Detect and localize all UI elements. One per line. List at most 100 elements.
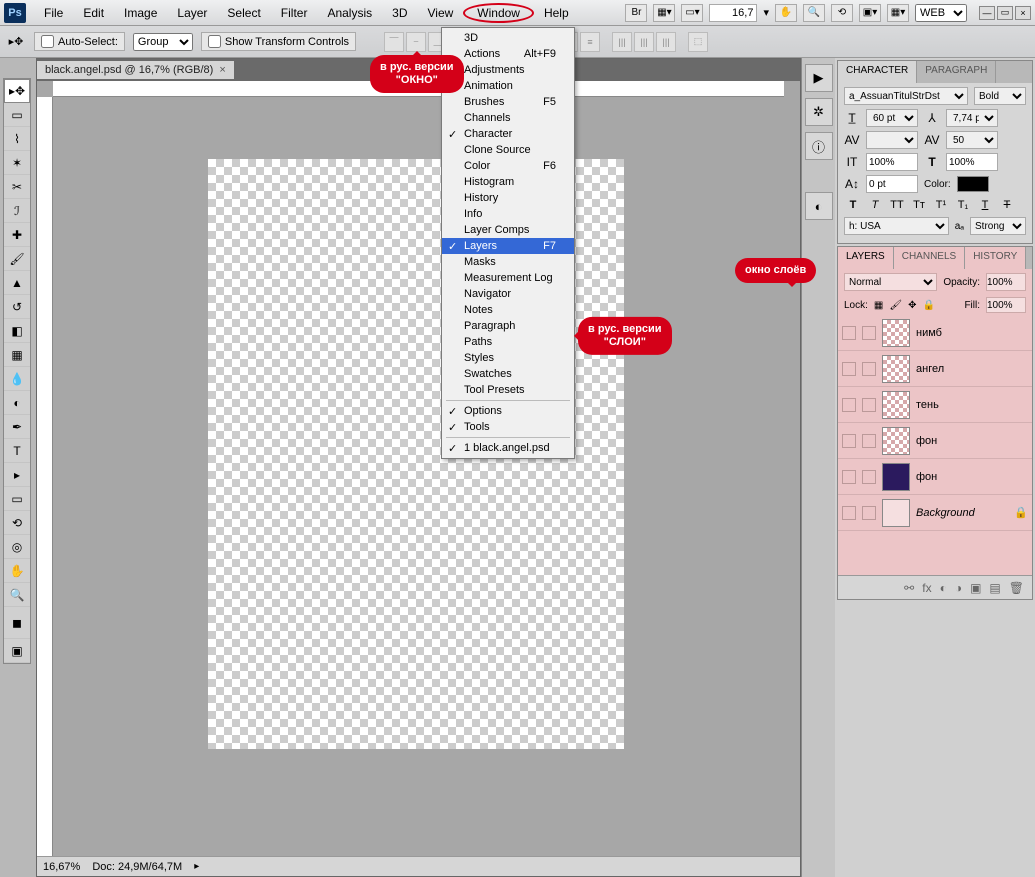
menu-edit[interactable]: Edit bbox=[73, 4, 114, 22]
layer-name[interactable]: тень bbox=[916, 399, 1028, 411]
gradient-tool[interactable]: ▦ bbox=[4, 343, 30, 367]
visibility-toggle[interactable] bbox=[842, 398, 856, 412]
language-select[interactable]: h: USA bbox=[844, 217, 949, 235]
document-tab[interactable]: black.angel.psd @ 16,7% (RGB/8) × bbox=[37, 61, 234, 79]
font-family-select[interactable]: a_AssuanTitulStrDst bbox=[844, 87, 968, 105]
zoom-tool-icon[interactable]: 🔍 bbox=[803, 4, 825, 22]
kerning-input[interactable] bbox=[866, 131, 918, 149]
tracking-input[interactable]: 50 bbox=[946, 131, 998, 149]
layer-style-icon[interactable]: fx bbox=[922, 581, 931, 595]
layer-name[interactable]: Background bbox=[916, 507, 1008, 519]
menu-item-navigator[interactable]: Navigator bbox=[442, 286, 574, 302]
shape-tool[interactable]: ▭ bbox=[4, 487, 30, 511]
link-box[interactable] bbox=[862, 434, 876, 448]
rotate-view-icon[interactable]: ⟲ bbox=[831, 4, 853, 22]
layer-name[interactable]: фон bbox=[916, 471, 1028, 483]
distribute-hcenter-icon[interactable]: ||| bbox=[634, 32, 654, 52]
status-zoom[interactable]: 16,67% bbox=[43, 861, 80, 873]
eyedropper-tool[interactable]: ℐ bbox=[4, 199, 30, 223]
auto-select-target[interactable]: Group bbox=[133, 33, 193, 51]
path-select-tool[interactable]: ▸ bbox=[4, 463, 30, 487]
text-color-swatch[interactable] bbox=[957, 176, 989, 192]
view-extras-icon[interactable]: ▣▾ bbox=[859, 4, 881, 22]
menu-image[interactable]: Image bbox=[114, 4, 167, 22]
menu-layer[interactable]: Layer bbox=[167, 4, 217, 22]
menu-item-layer-comps[interactable]: Layer Comps bbox=[442, 222, 574, 238]
distribute-right-icon[interactable]: ||| bbox=[656, 32, 676, 52]
menu-item-channels[interactable]: Channels bbox=[442, 110, 574, 126]
canvas-viewport[interactable] bbox=[53, 97, 784, 856]
menu-3d[interactable]: 3D bbox=[382, 4, 417, 22]
layer-thumbnail[interactable] bbox=[882, 319, 910, 347]
lasso-tool[interactable]: ⌇ bbox=[4, 127, 30, 151]
move-tool[interactable]: ▸✥ bbox=[4, 79, 30, 103]
window-close[interactable]: × bbox=[1015, 6, 1031, 20]
tab-character[interactable]: CHARACTER bbox=[838, 61, 917, 83]
layer-mask-icon[interactable]: ◐ bbox=[940, 581, 947, 595]
stamp-tool[interactable]: ▲ bbox=[4, 271, 30, 295]
menu-view[interactable]: View bbox=[417, 4, 463, 22]
pen-tool[interactable]: ✒ bbox=[4, 415, 30, 439]
hand-tool-icon[interactable]: ✋ bbox=[775, 4, 797, 22]
lock-all-icon[interactable]: 🔒 bbox=[922, 300, 934, 311]
arrange-documents-icon[interactable]: ▦▾ bbox=[653, 4, 675, 22]
show-transform-checkbox[interactable]: Show Transform Controls bbox=[201, 32, 356, 51]
blend-mode-select[interactable]: Normal bbox=[844, 273, 937, 291]
distribute-left-icon[interactable]: ||| bbox=[612, 32, 632, 52]
type-tool[interactable]: T bbox=[4, 439, 30, 463]
font-style-select[interactable]: Bold bbox=[974, 87, 1026, 105]
tab-paragraph[interactable]: PARAGRAPH bbox=[917, 61, 996, 83]
layer-thumbnail[interactable] bbox=[882, 391, 910, 419]
link-box[interactable] bbox=[862, 326, 876, 340]
hscale-input[interactable] bbox=[946, 153, 998, 171]
layer-thumbnail[interactable] bbox=[882, 499, 910, 527]
smallcaps-button[interactable]: Tᴛ bbox=[910, 199, 928, 211]
layer-name[interactable]: фон bbox=[916, 435, 1028, 447]
new-layer-icon[interactable]: ▤ bbox=[989, 581, 1000, 595]
layer-row[interactable]: тень bbox=[838, 387, 1032, 423]
status-doc-info[interactable]: Doc: 24,9M/64,7M bbox=[92, 861, 182, 873]
blur-tool[interactable]: 💧 bbox=[4, 367, 30, 391]
navigator-dock-icon[interactable]: ▶ bbox=[805, 64, 833, 92]
tab-channels[interactable]: CHANNELS bbox=[894, 247, 965, 269]
tab-layers[interactable]: LAYERS bbox=[838, 247, 894, 269]
menu-item-3d[interactable]: 3D bbox=[442, 30, 574, 46]
menu-item-measurement-log[interactable]: Measurement Log bbox=[442, 270, 574, 286]
3d-orbit-tool[interactable]: ◎ bbox=[4, 535, 30, 559]
underline-button[interactable]: T bbox=[976, 199, 994, 211]
link-box[interactable] bbox=[862, 362, 876, 376]
workspace-select[interactable]: WEB bbox=[915, 4, 967, 22]
opacity-input[interactable] bbox=[986, 273, 1026, 291]
link-layers-icon[interactable]: ⚯ bbox=[904, 581, 914, 595]
layer-thumbnail[interactable] bbox=[882, 355, 910, 383]
bold-button[interactable]: T bbox=[844, 199, 862, 211]
window-restore[interactable]: ▭ bbox=[997, 6, 1013, 20]
layer-name[interactable]: ангел bbox=[916, 363, 1028, 375]
menu-help[interactable]: Help bbox=[534, 4, 579, 22]
link-box[interactable] bbox=[862, 506, 876, 520]
visibility-toggle[interactable] bbox=[842, 326, 856, 340]
window-minimize[interactable]: — bbox=[979, 6, 995, 20]
superscript-button[interactable]: T¹ bbox=[932, 199, 950, 211]
layer-row[interactable]: ангел bbox=[838, 351, 1032, 387]
hand-tool[interactable]: ✋ bbox=[4, 559, 30, 583]
history-brush-tool[interactable]: ↺ bbox=[4, 295, 30, 319]
menu-item-styles[interactable]: Styles bbox=[442, 350, 574, 366]
menu-item-layers[interactable]: LayersF7 bbox=[442, 238, 574, 254]
layer-row[interactable]: нимб bbox=[838, 315, 1032, 351]
link-box[interactable] bbox=[862, 470, 876, 484]
menu-item-notes[interactable]: Notes bbox=[442, 302, 574, 318]
menu-item-actions[interactable]: ActionsAlt+F9 bbox=[442, 46, 574, 62]
menu-item-tool-presets[interactable]: Tool Presets bbox=[442, 382, 574, 398]
layer-thumbnail[interactable] bbox=[882, 463, 910, 491]
lock-pixels-icon[interactable]: 🖌 bbox=[889, 300, 902, 311]
screen-mode-icon[interactable]: ▭▾ bbox=[681, 4, 703, 22]
menu-item-info[interactable]: Info bbox=[442, 206, 574, 222]
lock-transparency-icon[interactable]: ▦ bbox=[874, 300, 883, 311]
zoom-tool[interactable]: 🔍 bbox=[4, 583, 30, 607]
eraser-tool[interactable]: ◧ bbox=[4, 319, 30, 343]
vscale-input[interactable] bbox=[866, 153, 918, 171]
allcaps-button[interactable]: TT bbox=[888, 199, 906, 211]
crop-tool[interactable]: ✂ bbox=[4, 175, 30, 199]
tab-history[interactable]: HISTORY bbox=[965, 247, 1026, 269]
